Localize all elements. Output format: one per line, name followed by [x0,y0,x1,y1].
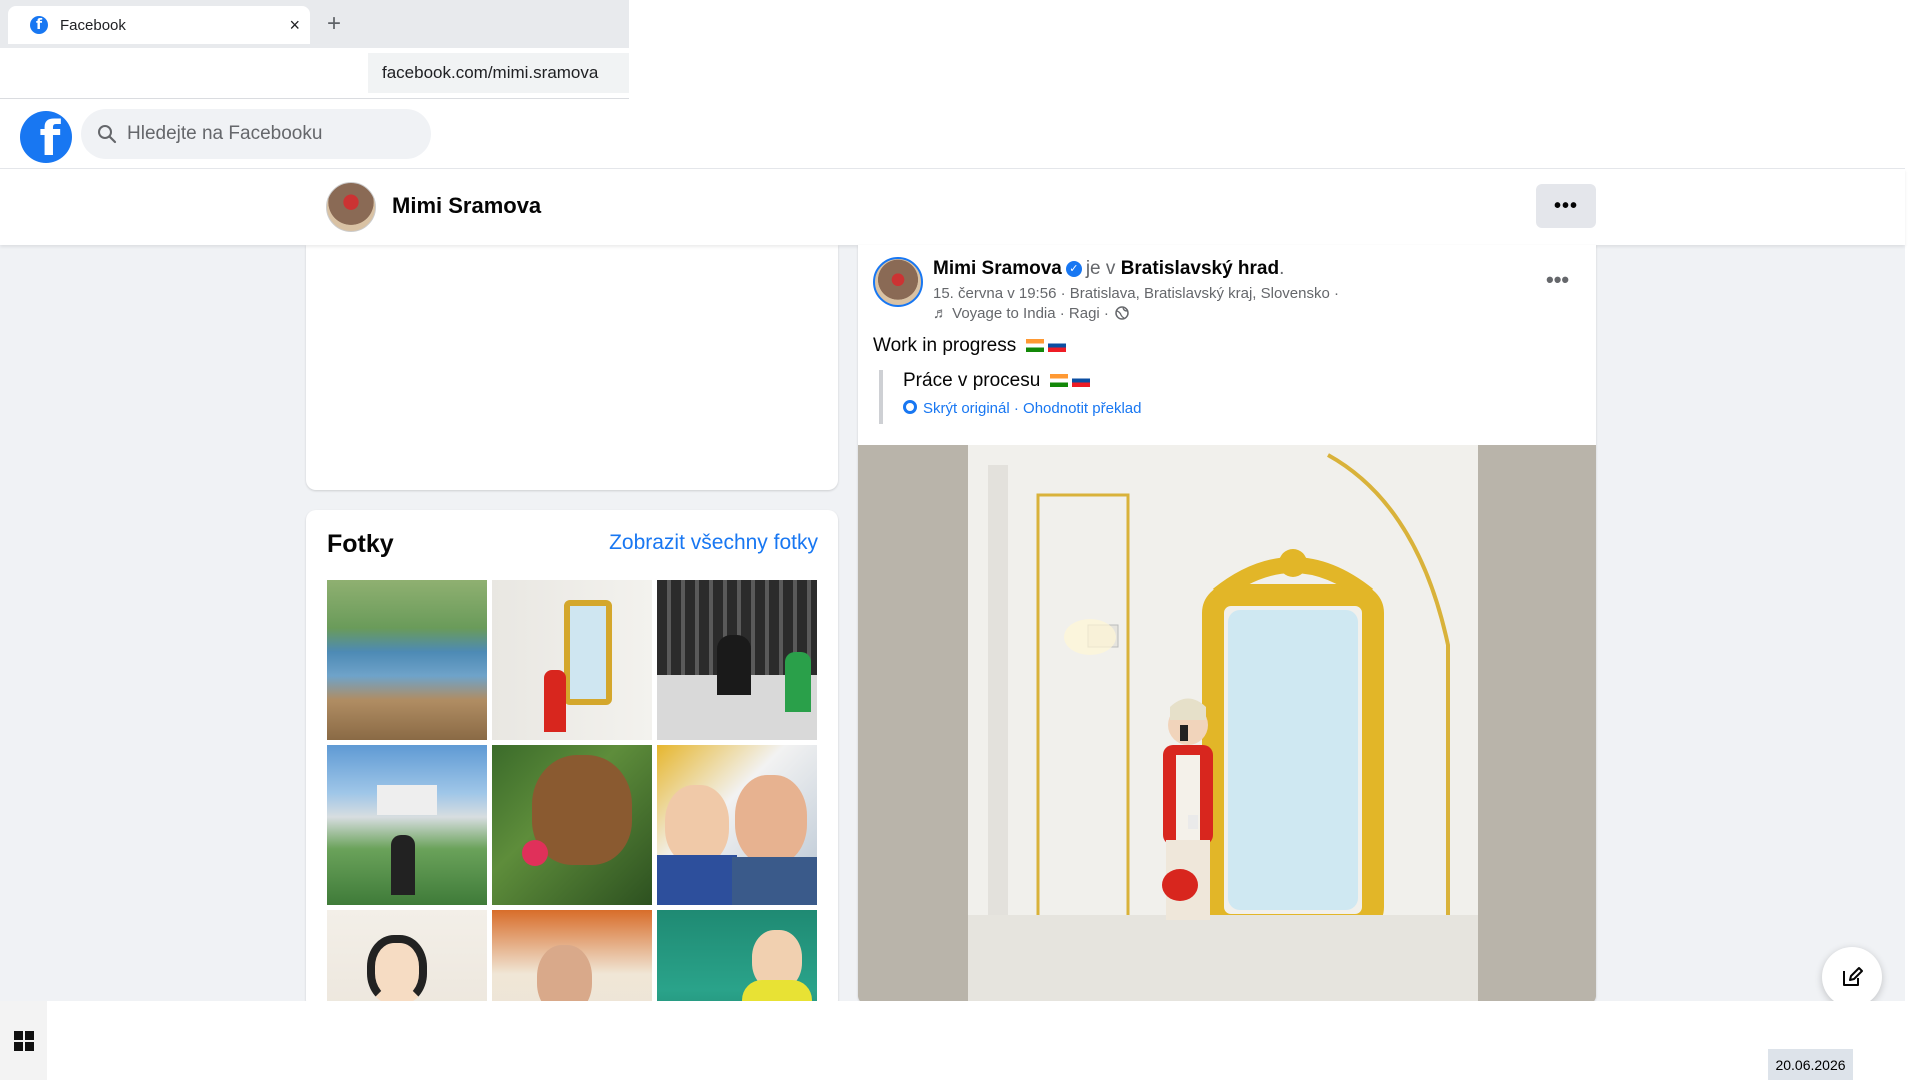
translation-text-row: Práce v procesu [903,370,1141,392]
post-author-name[interactable]: Mimi Sramova [933,258,1062,279]
photos-card: Fotky Zobrazit všechny fotky [306,510,838,1010]
globe-icon [1115,306,1129,320]
search-input[interactable] [127,123,407,145]
compose-message-button[interactable] [1822,947,1882,1007]
photo-thumbnail[interactable] [492,580,652,740]
post-card: Mimi Sramova ✓ je v Bratislavský hrad. 15.… [858,245,1596,1005]
browser-tab[interactable]: f Facebook × [8,6,310,44]
photo-thumbnail[interactable] [492,910,652,1010]
search-box[interactable] [81,109,431,159]
post-header: Mimi Sramova ✓ je v Bratislavský hrad. [933,258,1284,280]
post-options-button[interactable]: ••• [1546,267,1569,293]
post-place-link[interactable]: Bratislavský hrad [1121,258,1279,279]
post-text: Work in progress [873,335,1066,357]
post-author-avatar[interactable] [873,257,923,307]
hide-original-link[interactable]: Skrýt originál [923,400,1010,417]
photo-thumbnail[interactable] [327,745,487,905]
verified-badge-icon: ✓ [1065,261,1082,277]
translation-block: Práce v procesu Skrýt originál · Ohodnot… [879,370,1141,424]
rate-translation-link[interactable]: Ohodnotit překlad [1023,400,1141,417]
link-separator: · [1013,400,1019,417]
tab-close-icon[interactable]: × [289,15,300,36]
address-bar[interactable]: facebook.com/mimi.sramova [368,53,629,93]
facebook-logo-icon[interactable]: f [20,111,72,163]
profile-more-button[interactable]: ••• [1536,184,1596,228]
translation-links: Skrýt originál · Ohodnotit překlad [903,400,1141,417]
photo-grid [327,580,817,1010]
slovakia-flag-icon [1047,339,1066,352]
profile-name[interactable]: Mimi Sramova [392,193,541,219]
search-icon [98,125,117,144]
post-text-content: Work in progress [873,335,1017,356]
photo-thumbnail[interactable] [657,745,817,905]
taskbar [0,1001,1920,1080]
see-all-photos-link[interactable]: Zobrazit všechny fotky [609,531,818,555]
post-music-label[interactable]: ♬ Voyage to India · Ragi · [933,305,1109,322]
post-is-at-label: je v [1085,258,1116,279]
india-flag-icon [1025,339,1044,352]
translation-text: Práce v procesu [903,370,1041,391]
profile-avatar[interactable] [326,182,376,232]
photo-thumbnail[interactable] [492,745,652,905]
translate-gear-icon [903,400,917,414]
intro-card [306,245,838,490]
post-photo-illustration [858,445,1596,1005]
windows-icon [13,1030,34,1051]
tab-title: Facebook [60,16,126,34]
post-meta-date-location[interactable]: 15. června v 19:56 · Bratislava, Bratisl… [933,285,1339,302]
facebook-favicon-icon: f [30,16,48,34]
taskbar-date[interactable]: 20.06.2026 [1768,1049,1853,1080]
photo-thumbnail[interactable] [327,580,487,740]
post-photo[interactable] [858,445,1596,1005]
photo-thumbnail[interactable] [657,910,817,1010]
compose-icon [1843,967,1863,986]
photo-thumbnail[interactable] [657,580,817,740]
profile-header-bar [0,169,1905,245]
india-flag-icon [1049,374,1068,387]
slovakia-flag-icon [1071,374,1090,387]
post-header-period: . [1279,258,1285,279]
post-meta-music: ♬ Voyage to India · Ragi · [933,305,1129,322]
start-button[interactable] [0,1001,47,1080]
photos-title: Fotky [327,530,394,558]
new-tab-button[interactable]: + [327,10,341,38]
photo-thumbnail[interactable] [327,910,487,1010]
